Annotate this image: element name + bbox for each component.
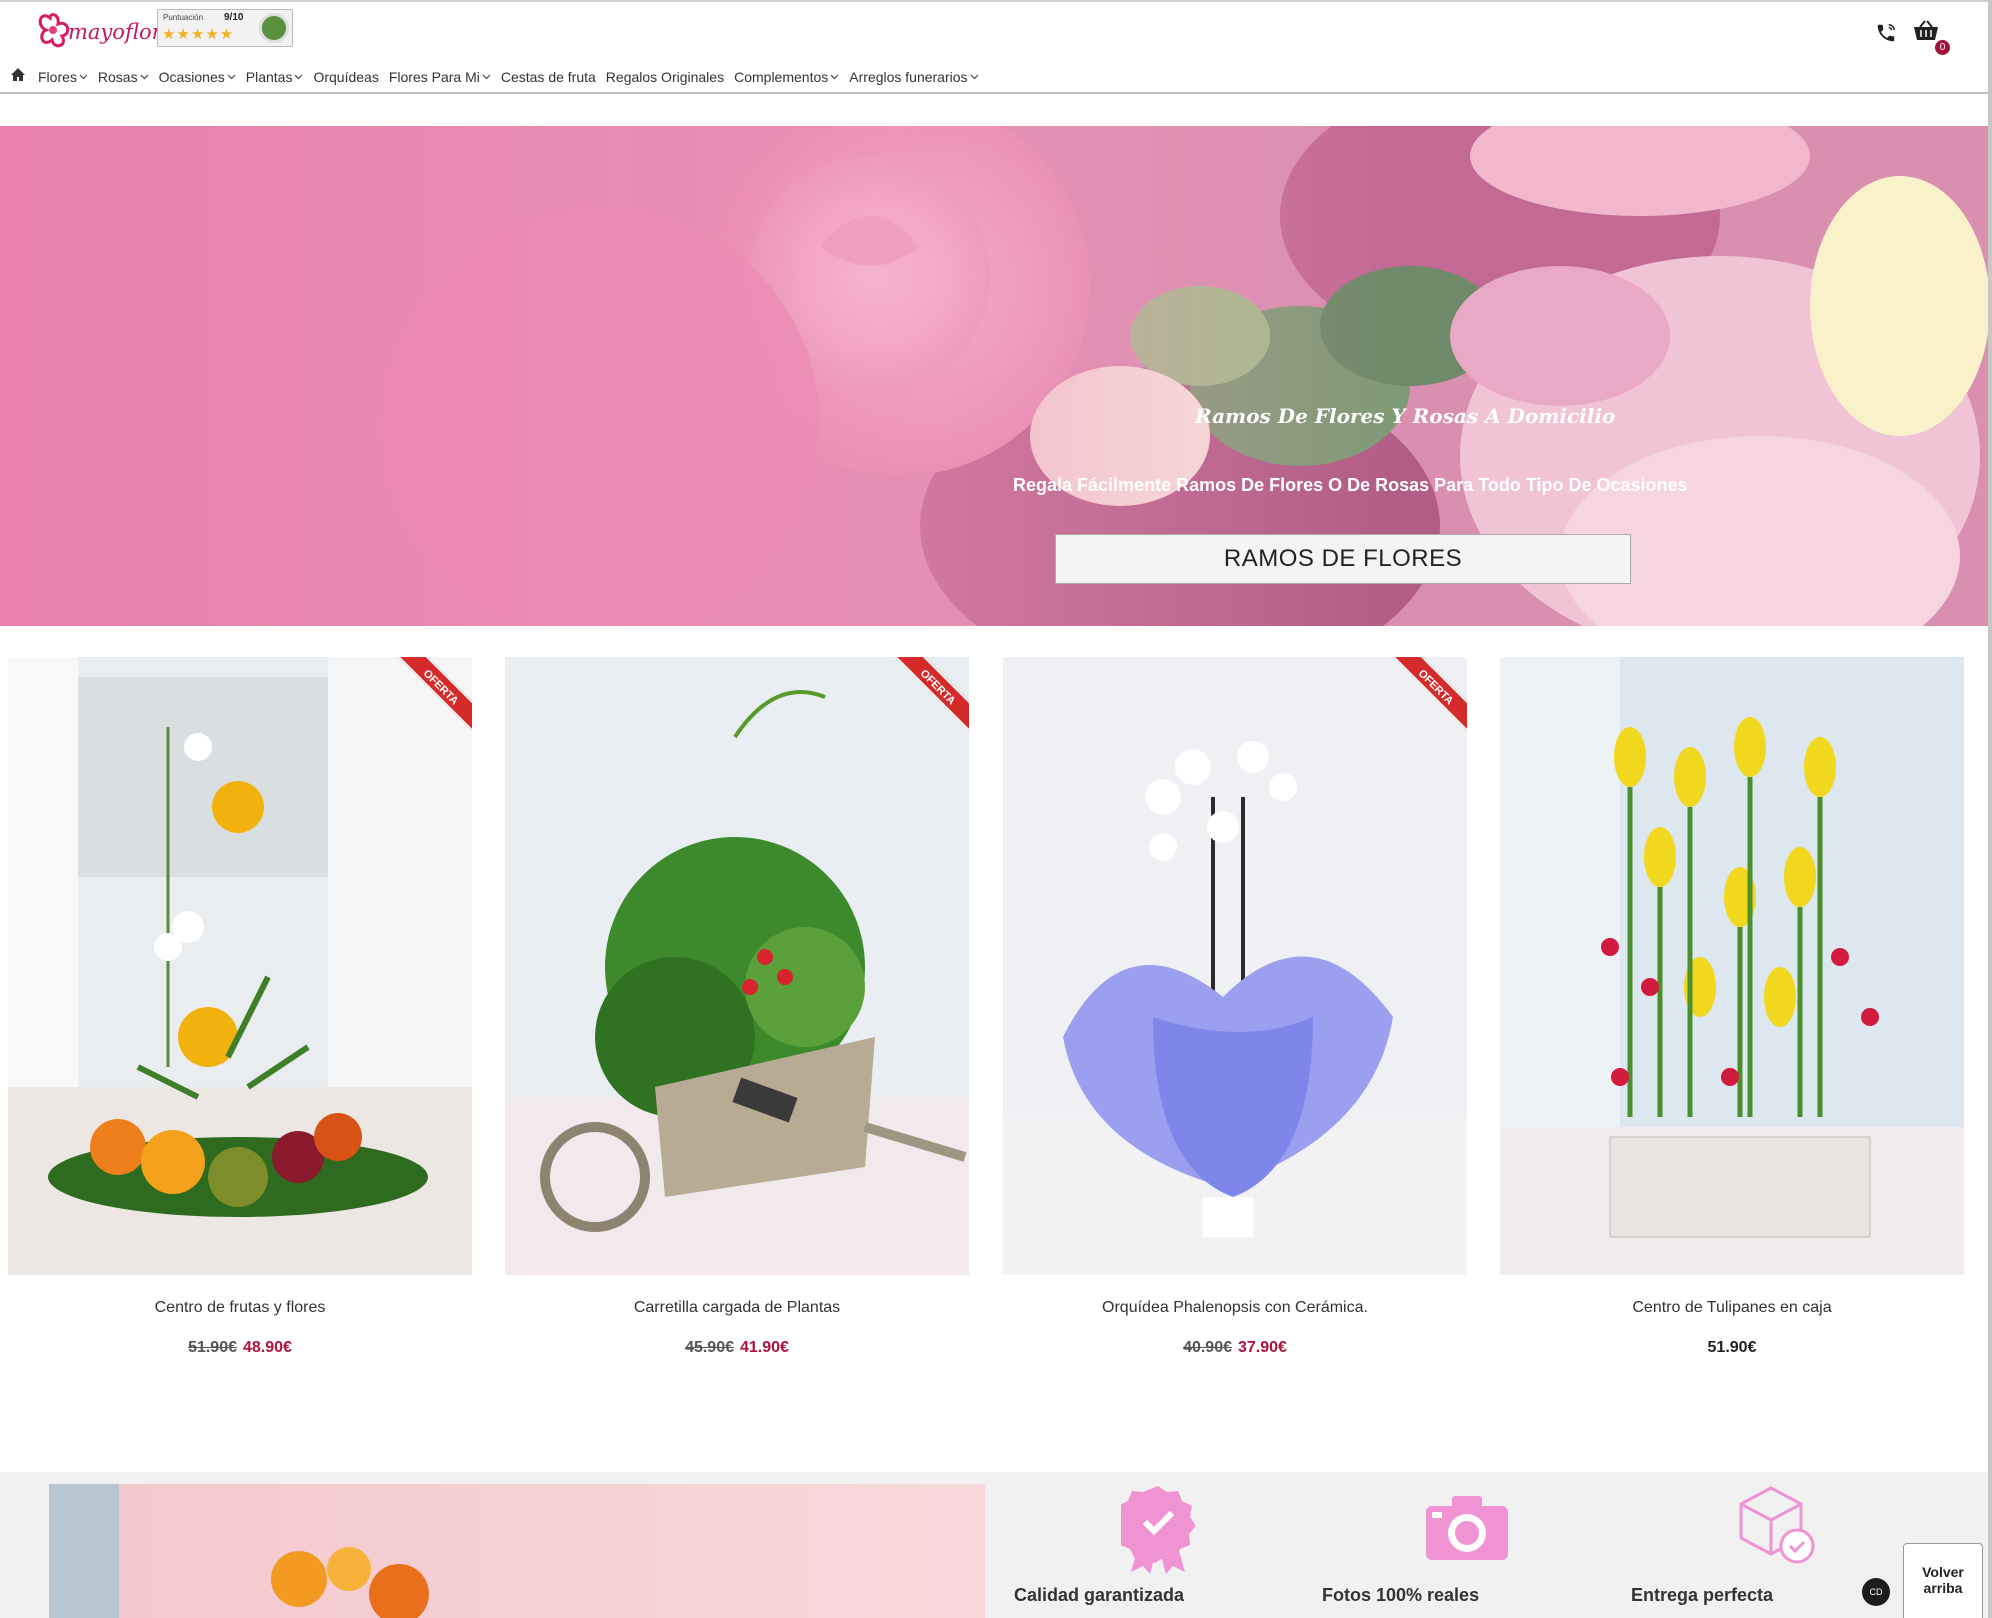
nav-label: Regalos Originales [605,69,725,85]
nav-item-orquideas[interactable]: Orquídeas [313,69,378,85]
hero-tagline: Ramos De Flores Y Rosas A Domicilio [1195,404,1616,428]
nav-item-plantas[interactable]: Plantas [246,69,304,85]
scrollbar-edge [1988,0,1992,1618]
nav-item-arreglos-funerarios[interactable]: Arreglos funerarios [849,69,978,85]
chevron-down-icon [295,74,303,80]
back-to-top-button[interactable]: Volver arriba [1903,1543,1983,1618]
product-price: 45.90€ 41.90€ [505,1339,969,1357]
phone-icon[interactable] [1875,22,1897,49]
regular-price: 51.90€ [1707,1339,1757,1356]
product-image[interactable] [1500,657,1964,1275]
feature-photos-label: Fotos 100% reales [1322,1585,1480,1605]
product-price: 40.90€ 37.90€ [1003,1339,1467,1357]
old-price: 40.90€ [1183,1339,1232,1356]
chevron-down-icon [79,74,88,80]
nav-item-flores[interactable]: Flores [38,69,88,85]
old-price: 51.90€ [188,1339,237,1356]
nav-label: Flores [38,69,77,85]
nav-label: Complementos [734,69,829,85]
rating-widget[interactable]: Puntuación 9/10 ★★★★★ [157,9,293,47]
product-card[interactable]: Centro de Tulipanes en caja 51.90€ [1500,657,1964,1357]
nav-item-flores-para-mi[interactable]: Flores Para Mi [389,69,491,85]
nav-label: Ocasiones [158,69,225,85]
ramos-de-flores-button[interactable]: RAMOS DE FLORES [1055,534,1631,584]
nav-label: Orquídeas [313,69,379,85]
nav-item-regalos-originales[interactable]: Regalos Originales [606,69,724,85]
delivery-box-icon [1733,1484,1819,1573]
rating-stars: ★★★★★ [162,26,235,43]
product-name[interactable]: Centro de Tulipanes en caja [1500,1299,1964,1317]
chevron-down-icon [482,74,491,80]
product-name[interactable]: Centro de frutas y flores [8,1299,472,1317]
sale-price: 37.90€ [1238,1339,1287,1356]
nav-label: Flores Para Mi [388,69,480,85]
nav-label: Cestas de fruta [500,69,596,85]
product-price: 51.90€ 48.90€ [8,1339,472,1357]
hero-flowers-image [0,126,1992,626]
nav-item-cestas-de-fruta[interactable]: Cestas de fruta [501,69,596,85]
nav-label: Plantas [245,69,293,85]
feature-delivery-label: Entrega perfecta [1631,1585,1774,1605]
product-name[interactable]: Carretilla cargada de Plantas [505,1299,969,1317]
quality-badge-icon [1114,1484,1196,1579]
old-price: 45.90€ [685,1339,734,1356]
chevron-down-icon [227,74,236,80]
nav-label: Arreglos funerarios [849,69,968,85]
nav-item-ocasiones[interactable]: Ocasiones [159,69,236,85]
camera-icon [1424,1494,1510,1567]
chevron-down-icon [970,74,978,80]
main-nav: Flores Rosas Ocasiones Plantas Orquídeas… [10,65,989,89]
product-card[interactable]: OFERTA Orquídea Phalenopsis con Cerámica… [1003,657,1467,1357]
hero-subtitle: Regala Fácilmente Ramos De Flores O De R… [1013,475,1688,495]
site-header: mayoflor Puntuación 9/10 ★★★★★ 0 Flores … [0,0,1992,94]
cart-count-badge: 0 [1935,40,1950,55]
chevron-down-icon [140,74,149,80]
product-image[interactable]: OFERTA [8,657,472,1275]
nav-label: Rosas [97,69,138,85]
logo-text: mayoflor [68,20,162,44]
hero-banner: Ramos De Flores Y Rosas A Domicilio Rega… [0,126,1992,626]
promo-image [49,1484,985,1618]
product-card[interactable]: OFERTA Centro de frutas y flores 51.90€ 4… [8,657,472,1357]
chat-icon[interactable]: CD [1862,1578,1890,1606]
nav-item-rosas[interactable]: Rosas [98,69,149,85]
chevron-down-icon [830,74,839,80]
rating-label: Puntuación [163,13,204,22]
product-name[interactable]: Orquídea Phalenopsis con Cerámica. [1003,1299,1467,1317]
seal-icon [259,13,289,43]
page: { "brand": {"logo_text": "mayoflor"}, "r… [0,0,1992,1618]
product-image[interactable]: OFERTA [505,657,969,1275]
sale-price: 48.90€ [243,1339,292,1356]
product-price: 51.90€ [1500,1339,1964,1357]
product-card[interactable]: OFERTA Carretilla cargada de Plantas 45.… [505,657,969,1357]
home-icon[interactable] [10,67,26,87]
rating-score: 9/10 [224,12,244,23]
sale-price: 41.90€ [740,1339,789,1356]
logo[interactable]: mayoflor [36,8,162,54]
feature-quality-label: Calidad garantizada [1014,1585,1185,1605]
nav-item-complementos[interactable]: Complementos [734,69,839,85]
product-image[interactable]: OFERTA [1003,657,1467,1275]
